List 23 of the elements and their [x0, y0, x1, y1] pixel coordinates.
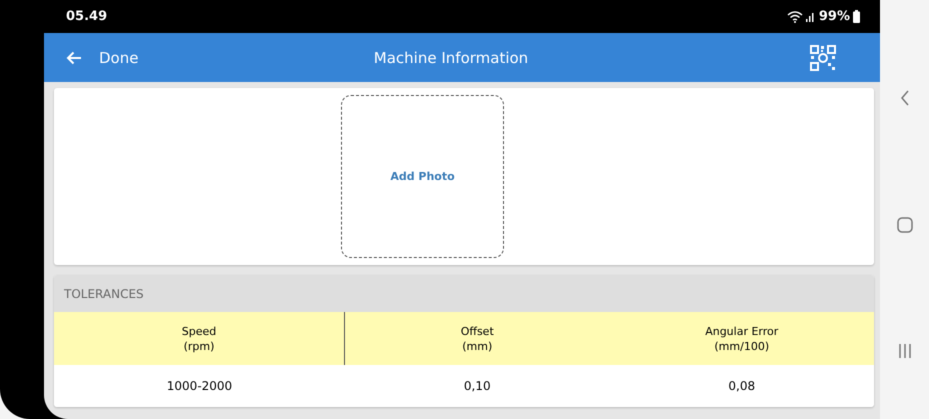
- signal-icon: [806, 11, 816, 22]
- wifi-icon: [786, 10, 803, 22]
- back-button[interactable]: Done: [66, 48, 138, 66]
- battery-level: 99%: [818, 9, 850, 24]
- screen-title: Machine Information: [374, 48, 528, 66]
- clock: 05.49: [66, 9, 108, 24]
- column-header: Speed: [182, 324, 216, 338]
- home-icon[interactable]: [896, 216, 912, 232]
- recent-apps-icon[interactable]: [898, 343, 912, 359]
- column-header: Offset: [460, 324, 494, 338]
- add-photo-button[interactable]: Add Photo: [341, 95, 504, 258]
- section-header: TOLERANCES: [54, 275, 874, 312]
- column-unit: (mm/100): [714, 340, 770, 352]
- battery-icon: [853, 10, 860, 23]
- column-unit: (rpm): [184, 340, 214, 352]
- qr-code-icon[interactable]: [810, 44, 836, 70]
- table-cell: 1000-2000: [166, 379, 232, 393]
- column-unit: (mm): [462, 340, 492, 352]
- back-icon[interactable]: [900, 90, 910, 106]
- column-header: Angular Error: [705, 324, 778, 338]
- table-cell: 0,08: [728, 379, 756, 393]
- table-cell: 0,10: [464, 379, 491, 393]
- back-arrow-icon: [66, 50, 82, 64]
